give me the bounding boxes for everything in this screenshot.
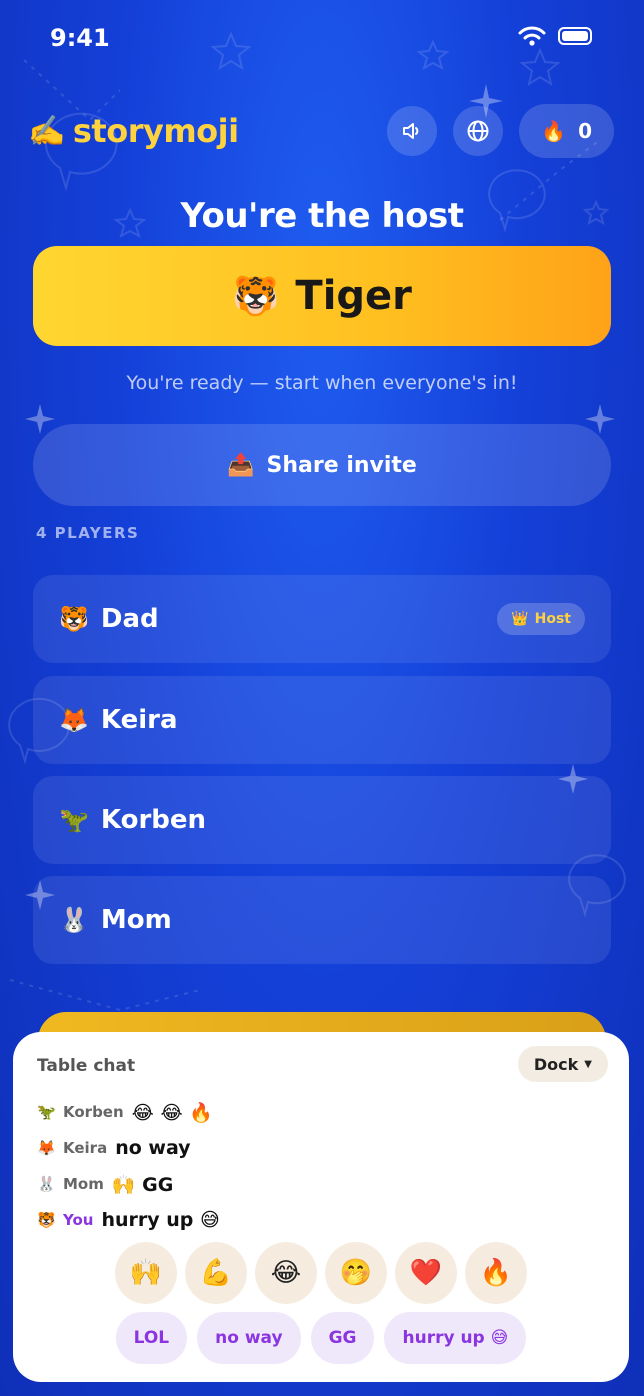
- app-header: ✍️ storymoji 🔥 0: [28, 104, 614, 158]
- status-time: 9:41: [50, 24, 110, 52]
- speaker-icon: [403, 123, 419, 139]
- crown-icon: 👑: [511, 611, 529, 627]
- chat-title: Table chat: [37, 1056, 136, 1076]
- tiger-icon: 🐯: [232, 273, 280, 318]
- chat-message: 🦖 Korben 😂 😂 🔥: [37, 1094, 220, 1130]
- fire-icon: 🔥: [541, 119, 567, 143]
- rabbit-icon: 🐰: [59, 906, 89, 934]
- phrase-lol-button[interactable]: LOL: [115, 1312, 188, 1364]
- player-row: 🐰 Mom: [33, 876, 611, 964]
- dock-button[interactable]: Dock ▼: [517, 1046, 608, 1082]
- tiger-icon: 🐯: [37, 1211, 56, 1229]
- reaction-buttons: 🙌 💪 😂 🤭 ❤️ 🔥: [13, 1242, 629, 1304]
- message-author-you: You: [63, 1211, 94, 1229]
- dinosaur-icon: 🦖: [59, 806, 89, 834]
- quick-phrase-buttons: LOL no way GG hurry up 😅: [13, 1312, 629, 1364]
- status-icons: [518, 26, 592, 46]
- player-row: 🦖 Korben: [33, 776, 611, 864]
- header-actions: 🔥 0: [387, 104, 614, 158]
- status-bar: 9:41: [0, 0, 644, 80]
- phrase-gg-button[interactable]: GG: [310, 1312, 375, 1364]
- chat-message: 🐯 You hurry up 😅: [37, 1202, 220, 1238]
- tiger-icon: 🐯: [59, 605, 89, 633]
- chat-messages: 🦖 Korben 😂 😂 🔥 🦊 Keira no way 🐰 Mom 🙌 GG…: [37, 1094, 220, 1238]
- message-text: 🙌 GG: [111, 1173, 174, 1196]
- message-author: Mom: [63, 1175, 104, 1193]
- fox-icon: 🦊: [37, 1139, 56, 1157]
- globe-icon: [467, 120, 489, 142]
- app-logo: ✍️ storymoji: [28, 112, 239, 150]
- fire-reaction-button[interactable]: 🔥: [465, 1242, 527, 1304]
- host-badge: 👑 Host: [497, 603, 585, 635]
- sound-button[interactable]: [387, 106, 438, 156]
- streak-counter[interactable]: 🔥 0: [519, 104, 614, 158]
- dock-label: Dock: [533, 1054, 579, 1074]
- battery-icon: [558, 27, 592, 45]
- heart-reaction-button[interactable]: ❤️: [395, 1242, 457, 1304]
- writing-hand-icon: ✍️: [28, 113, 65, 149]
- ready-status-text: You're ready — start when everyone's in!: [126, 372, 518, 394]
- host-title: You're the host: [180, 196, 464, 236]
- phrase-hurry-up-button[interactable]: hurry up 😅: [384, 1312, 527, 1364]
- host-badge-label: Host: [534, 611, 571, 627]
- player-name: Korben: [100, 805, 207, 835]
- fox-icon: 🦊: [59, 706, 89, 734]
- outbox-icon: 📤: [227, 452, 255, 478]
- message-author: Korben: [63, 1103, 124, 1121]
- share-invite-label: Share invite: [266, 452, 417, 478]
- caret-down-icon: ▼: [584, 1058, 592, 1070]
- message-text: no way: [115, 1137, 191, 1159]
- player-row: 🦊 Keira: [33, 676, 611, 764]
- tears-of-joy-reaction-button[interactable]: 😂: [255, 1242, 317, 1304]
- hand-over-mouth-reaction-button[interactable]: 🤭: [325, 1242, 387, 1304]
- phrase-no-way-button[interactable]: no way: [197, 1312, 301, 1364]
- streak-count: 0: [578, 119, 592, 143]
- player-name: Dad: [100, 604, 159, 634]
- app-name: storymoji: [72, 112, 239, 150]
- table-chat-panel: Table chat Dock ▼ 🦖 Korben 😂 😂 🔥 🦊 Keira…: [13, 1032, 629, 1382]
- wifi-icon: [518, 26, 546, 46]
- message-author: Keira: [63, 1139, 108, 1157]
- player-row: 🐯 Dad 👑 Host: [33, 575, 611, 663]
- message-text: 😂 😂 🔥: [131, 1101, 213, 1124]
- chat-message: 🦊 Keira no way: [37, 1130, 220, 1166]
- language-button[interactable]: [453, 106, 504, 156]
- dinosaur-icon: 🦖: [37, 1103, 56, 1121]
- player-name: Keira: [100, 705, 178, 735]
- raised-hands-reaction-button[interactable]: 🙌: [115, 1242, 177, 1304]
- host-animal-name: Tiger: [295, 273, 412, 319]
- host-animal-card: 🐯 Tiger: [33, 246, 611, 346]
- flexed-biceps-reaction-button[interactable]: 💪: [185, 1242, 247, 1304]
- player-name: Mom: [100, 905, 172, 935]
- chat-message: 🐰 Mom 🙌 GG: [37, 1166, 220, 1202]
- share-invite-button[interactable]: 📤 Share invite: [33, 424, 611, 506]
- players-count-label: 4 PLAYERS: [36, 524, 140, 542]
- message-text: hurry up 😅: [101, 1209, 220, 1231]
- rabbit-icon: 🐰: [37, 1175, 56, 1193]
